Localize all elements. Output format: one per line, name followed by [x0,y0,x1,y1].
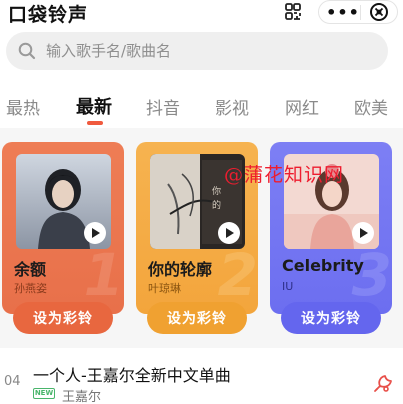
close-button[interactable] [364,1,394,23]
tab-douyin[interactable]: 抖音 [146,94,180,119]
mini-program-capsule: ••• [318,0,398,24]
close-circle-icon [370,3,388,21]
list-song-title: 一个人-王嘉尔全新中文单曲 [33,366,231,385]
song-artist: IU [282,280,294,293]
active-tab-indicator [87,121,103,125]
tab-film[interactable]: 影视 [215,94,249,119]
set-ringback-button[interactable]: 设为彩铃 [147,302,247,334]
set-ringback-button[interactable]: 设为彩铃 [13,302,113,334]
new-badge: NEW [33,388,55,399]
song-artist: 孙燕姿 [14,282,47,295]
search-input[interactable] [46,32,366,70]
song-card-1[interactable]: 余额 孙燕姿 1 [2,142,124,314]
scan-button[interactable] [280,1,306,23]
search-icon [18,42,36,60]
list-item[interactable]: 04 一个人-王嘉尔全新中文单曲 NEW 王嘉尔 [0,358,403,404]
album-cover[interactable] [16,154,111,249]
tab-newest[interactable]: 最新 [76,93,112,119]
search-bar[interactable] [6,32,388,70]
app-title: 口袋铃声 [8,4,89,26]
ringtone-icon[interactable] [372,372,394,394]
more-button[interactable]: ••• [325,1,361,23]
capsule-divider [360,5,361,20]
list-rank: 04 [4,374,21,389]
song-title: 余额 [14,260,47,279]
rank-number: 2 [217,241,258,309]
rank-number: 3 [351,241,392,309]
song-title: 你的轮廓 [148,260,213,279]
tab-western[interactable]: 欧美 [354,94,388,119]
watermark: @蒲花知识网 [224,164,345,186]
tab-hot[interactable]: 最热 [6,94,40,119]
category-tabs: 最热 最新 抖音 影视 网红 欧美 [0,90,403,126]
rank-number: 1 [83,241,124,309]
song-artist: 叶琼琳 [148,282,181,295]
list-artist: 王嘉尔 [62,390,102,404]
svg-text:你: 你 [212,185,221,197]
header: 口袋铃声 ••• [0,0,403,26]
svg-text:的: 的 [212,199,221,211]
tab-influencer[interactable]: 网红 [285,94,319,119]
set-ringback-button[interactable]: 设为彩铃 [281,302,381,334]
scan-icon [285,3,301,20]
